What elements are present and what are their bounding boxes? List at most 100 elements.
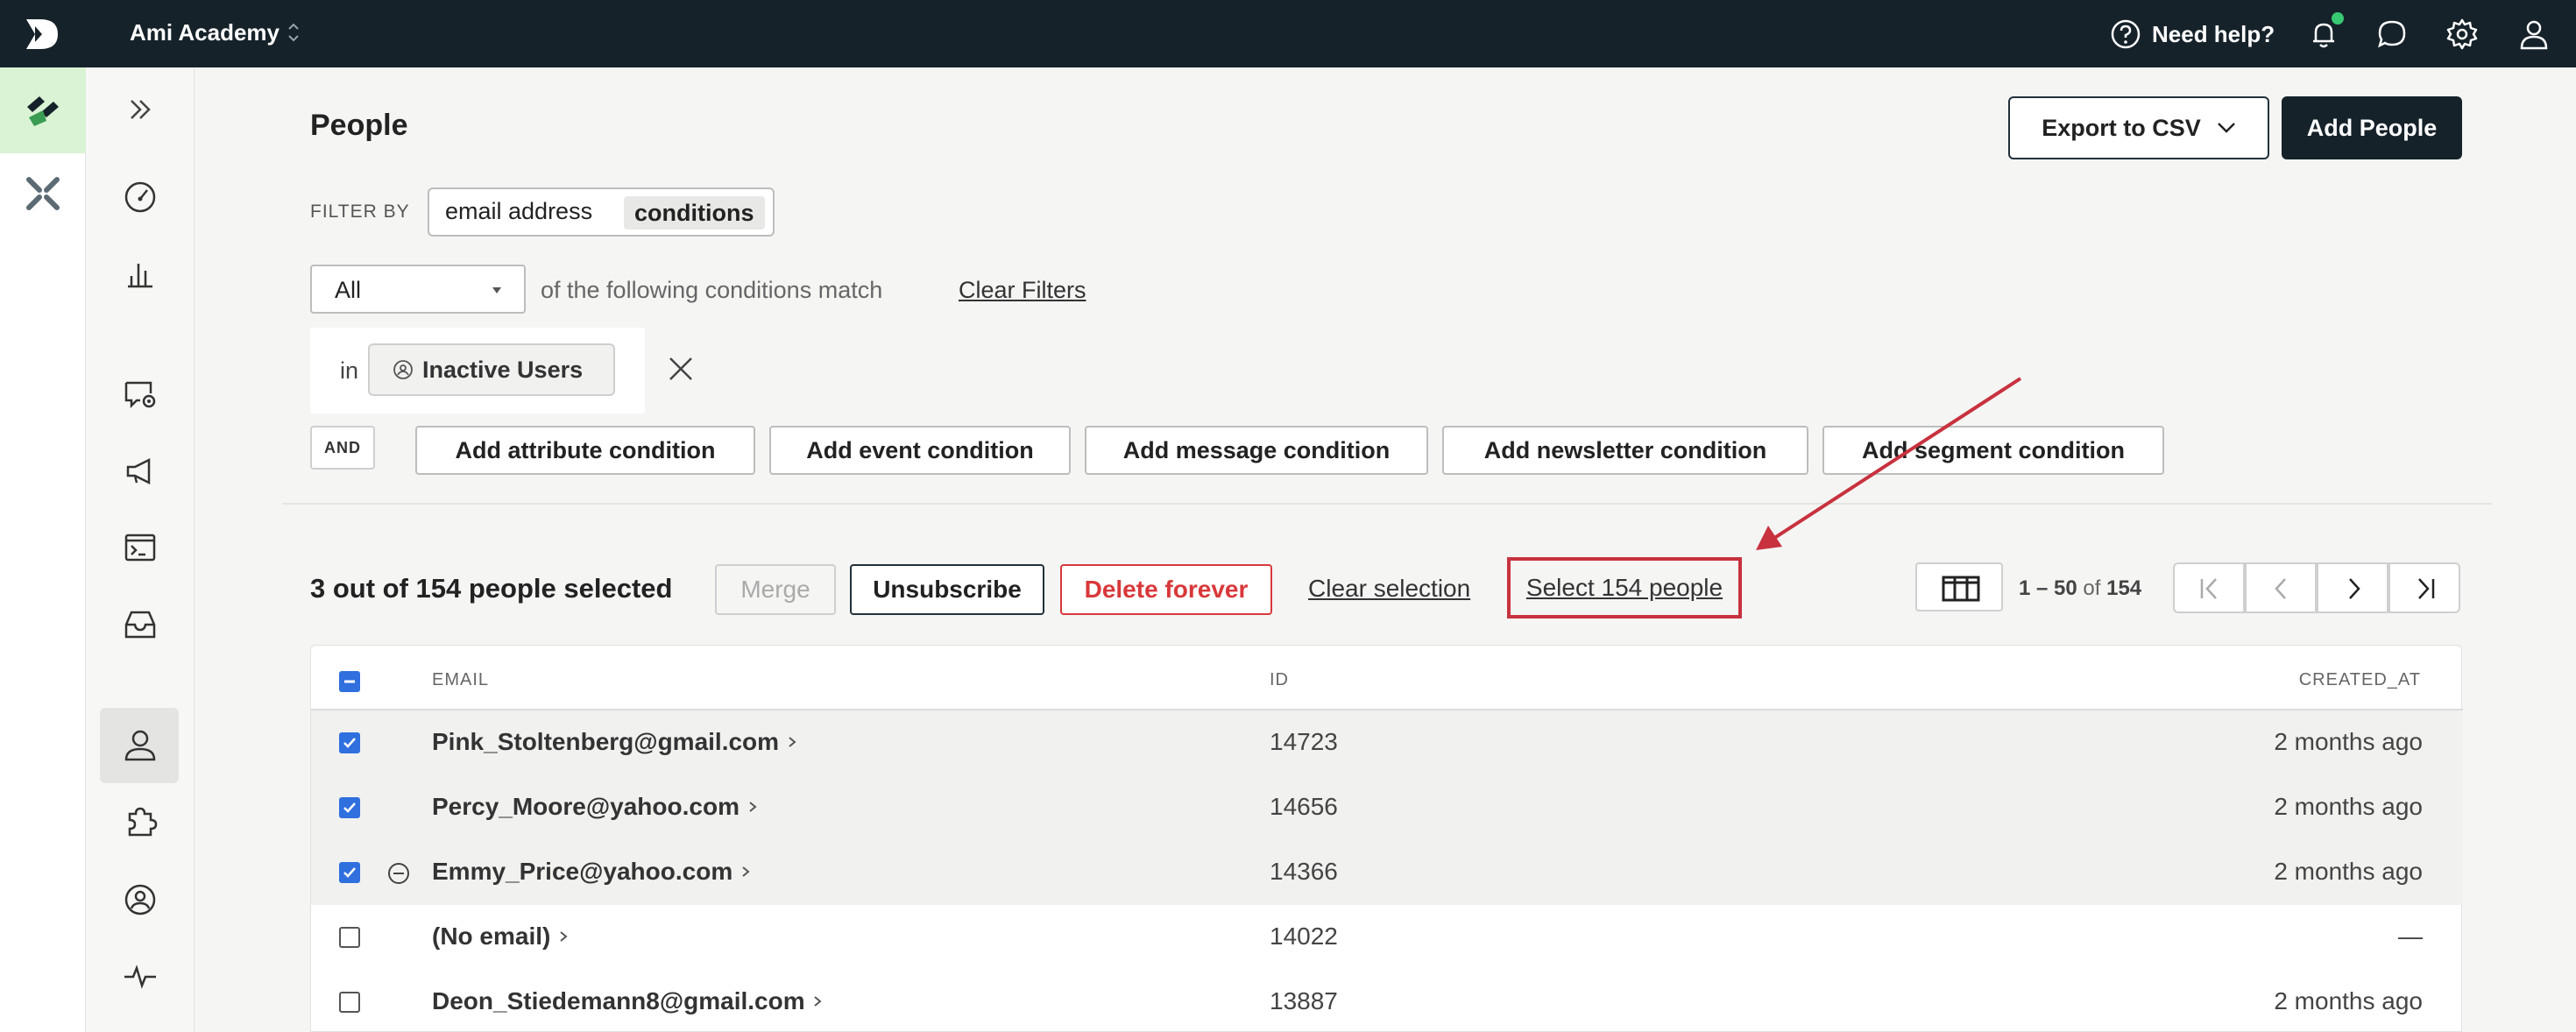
page-range-value: 1 – 50 — [2019, 576, 2077, 600]
row-checkbox[interactable] — [339, 732, 360, 753]
filter-email-option[interactable]: email address — [445, 198, 592, 225]
messages-icon[interactable] — [121, 374, 159, 413]
row-email-text: (No email) — [432, 922, 551, 950]
rail-item-journeys[interactable] — [0, 67, 86, 153]
segment-icon — [393, 360, 413, 379]
previous-page-button[interactable] — [2245, 562, 2317, 613]
add-message-condition-button[interactable]: Add message condition — [1085, 426, 1428, 475]
table-row[interactable]: Emmy_Price@yahoo.com 14366 2 months ago — [311, 840, 2463, 905]
table-row[interactable]: Pink_Stoltenberg@gmail.com 14723 2 month… — [311, 710, 2463, 775]
page-range: 1 – 50 of 154 — [2019, 576, 2141, 601]
rail-item-pipelines-icon[interactable] — [24, 174, 62, 213]
row-checkbox[interactable] — [339, 862, 360, 883]
row-id: 14022 — [1270, 922, 1338, 950]
next-page-button[interactable] — [2317, 562, 2388, 613]
clear-selection-link[interactable]: Clear selection — [1308, 575, 1470, 603]
row-email[interactable]: Pink_Stoltenberg@gmail.com — [432, 728, 798, 756]
header-email[interactable]: EMAIL — [432, 670, 489, 690]
match-select[interactable]: All — [310, 265, 526, 314]
last-page-button[interactable] — [2388, 562, 2460, 613]
check-icon — [343, 802, 356, 813]
journeys-logo-icon — [27, 96, 59, 126]
row-created: 2 months ago — [2274, 858, 2423, 885]
app-rail — [0, 67, 86, 1032]
row-email-text: Deon_Stiedemann8@gmail.com — [432, 987, 805, 1014]
row-created: 2 months ago — [2274, 728, 2423, 755]
chevron-down-icon — [2217, 123, 2235, 133]
table-row[interactable]: Percy_Moore@yahoo.com 14656 2 months ago — [311, 775, 2463, 840]
row-id: 14366 — [1270, 858, 1338, 885]
condition-prefix: in — [340, 357, 359, 384]
row-email-text: Emmy_Price@yahoo.com — [432, 858, 733, 885]
secondary-nav — [86, 67, 195, 1032]
first-page-button[interactable] — [2173, 562, 2245, 613]
filter-conditions-option[interactable]: conditions — [624, 196, 765, 230]
integrations-puzzle-icon[interactable] — [121, 803, 159, 842]
chevron-right-icon — [814, 996, 822, 1007]
filter-mode-toggle: email address conditions — [428, 187, 775, 237]
table-row[interactable]: Deon_Stiedemann8@gmail.com 13887 2 month… — [311, 970, 2463, 1032]
row-email[interactable]: Deon_Stiedemann8@gmail.com — [432, 987, 824, 1015]
expand-sidebar-icon[interactable] — [121, 90, 159, 129]
add-attribute-condition-button[interactable]: Add attribute condition — [415, 426, 755, 475]
header-created-at[interactable]: CREATED_AT — [2299, 670, 2421, 690]
select-all-checkbox[interactable] — [339, 671, 360, 692]
transactional-terminal-icon[interactable] — [121, 528, 159, 567]
and-badge: AND — [310, 426, 375, 470]
broadcasts-megaphone-icon[interactable] — [121, 451, 159, 490]
condition-row: in Inactive Users — [310, 328, 645, 414]
row-created: — — [2398, 922, 2423, 950]
segments-icon[interactable] — [121, 880, 159, 919]
segment-chip[interactable]: Inactive Users — [368, 343, 615, 396]
add-event-condition-button[interactable]: Add event condition — [769, 426, 1071, 475]
column-settings-button[interactable] — [1915, 562, 2003, 611]
row-id: 13887 — [1270, 987, 1338, 1014]
divider — [282, 503, 2492, 505]
analytics-chart-icon[interactable] — [121, 255, 159, 293]
app-logo-icon[interactable] — [23, 18, 61, 51]
row-checkbox[interactable] — [339, 927, 360, 948]
first-page-icon — [2200, 578, 2217, 599]
annotation-arrow — [1756, 377, 2022, 550]
select-all-people-link[interactable]: Select 154 people — [1507, 557, 1742, 618]
settings-gear-icon[interactable] — [2445, 17, 2480, 52]
chevron-left-icon — [2275, 578, 2286, 599]
row-created: 2 months ago — [2274, 987, 2423, 1014]
check-icon — [343, 867, 356, 878]
row-id: 14723 — [1270, 728, 1338, 755]
indeterminate-icon — [344, 680, 355, 683]
activity-pulse-icon[interactable] — [121, 958, 159, 996]
table-row[interactable]: (No email) 14022 — — [311, 905, 2463, 970]
unsubscribed-status-icon — [388, 863, 409, 884]
row-email[interactable]: (No email) — [432, 922, 570, 951]
dashboard-gauge-icon[interactable] — [121, 178, 159, 216]
remove-condition-close-icon[interactable] — [666, 354, 696, 384]
workspace-name[interactable]: Ami Academy — [130, 19, 280, 46]
clear-filters-link[interactable]: Clear Filters — [959, 277, 1086, 304]
export-csv-button[interactable]: Export to CSV — [2008, 96, 2269, 159]
help-label: Need help? — [2152, 20, 2275, 47]
merge-button[interactable]: Merge — [715, 564, 836, 615]
add-people-button[interactable]: Add People — [2282, 96, 2462, 159]
filter-by-label: FILTER BY — [310, 201, 410, 222]
people-table: EMAIL ID CREATED_AT Pink_Stoltenberg@gma… — [310, 645, 2463, 1032]
delete-forever-button[interactable]: Delete forever — [1060, 564, 1272, 615]
row-checkbox[interactable] — [339, 992, 360, 1013]
help-link[interactable]: Need help? — [2110, 18, 2275, 51]
row-email[interactable]: Percy_Moore@yahoo.com — [432, 793, 759, 821]
people-icon — [124, 730, 156, 761]
inbox-icon[interactable] — [121, 605, 159, 644]
header-id[interactable]: ID — [1270, 670, 1289, 690]
chat-icon[interactable] — [2374, 17, 2410, 52]
match-select-value: All — [335, 277, 362, 303]
row-checkbox[interactable] — [339, 797, 360, 818]
match-suffix-text: of the following conditions match — [541, 277, 883, 303]
user-account-icon[interactable] — [2516, 17, 2551, 52]
row-email-text: Pink_Stoltenberg@gmail.com — [432, 728, 780, 755]
top-bar: Ami Academy Need help? — [0, 0, 2576, 67]
page-title: People — [310, 109, 408, 142]
unsubscribe-button[interactable]: Unsubscribe — [850, 564, 1044, 615]
workspace-switcher-icon[interactable] — [286, 19, 301, 46]
help-icon — [2111, 19, 2141, 49]
row-email[interactable]: Emmy_Price@yahoo.com — [432, 858, 752, 886]
